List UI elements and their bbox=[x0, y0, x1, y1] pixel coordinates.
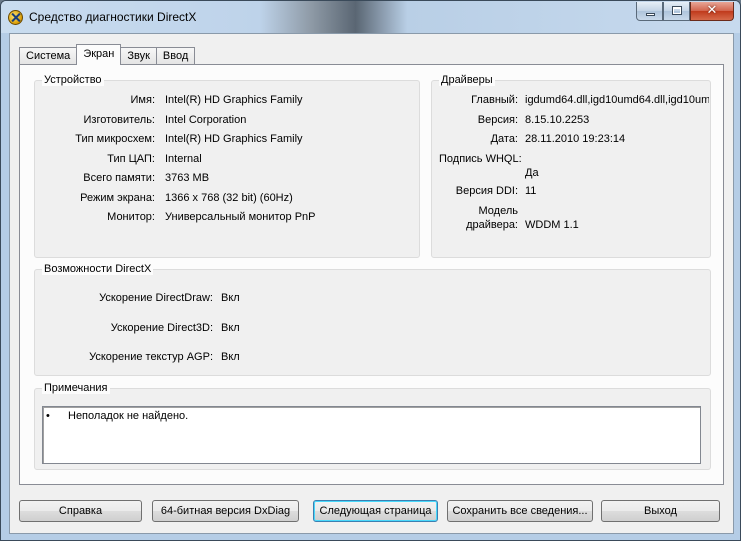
direct3d-accel-value: Вкл bbox=[221, 322, 240, 334]
tab-input[interactable]: Ввод bbox=[155, 47, 196, 65]
agp-texture-accel-label: Ускорение текстур AGP: bbox=[89, 351, 213, 363]
driver-date-value: 28.11.2010 19:23:14 bbox=[525, 133, 626, 145]
device-group: Устройство Имя: Intel(R) HD Graphics Fam… bbox=[34, 74, 420, 258]
drivers-group-title: Драйверы bbox=[439, 74, 495, 86]
list-item: • Неполадок не найдено. bbox=[46, 410, 188, 422]
dac-type-value: Internal bbox=[165, 153, 202, 165]
directdraw-accel-value: Вкл bbox=[221, 292, 240, 304]
dialog-client-area: Система Экран Звук Ввод Устройство Имя: … bbox=[9, 33, 734, 534]
device-name-value: Intel(R) HD Graphics Family bbox=[165, 94, 303, 106]
driver-model-label-line2: драйвера: bbox=[466, 219, 518, 231]
exit-button[interactable]: Выход bbox=[601, 500, 720, 522]
drivers-group: Драйверы Главный: igdumd64.dll,igd10umd6… bbox=[431, 74, 711, 258]
help-button[interactable]: Справка bbox=[19, 500, 142, 522]
display-mode-label: Режим экрана: bbox=[80, 192, 155, 204]
device-name-label: Имя: bbox=[130, 94, 155, 106]
ddi-version-label: Версия DDI: bbox=[455, 185, 518, 197]
note-text: Неполадок не найдено. bbox=[68, 410, 189, 422]
directx-features-title: Возможности DirectX bbox=[42, 263, 154, 275]
whql-label: Подпись WHQL: bbox=[439, 153, 522, 165]
driver-model-label-line1: Модель bbox=[478, 205, 518, 217]
maximize-icon bbox=[672, 6, 682, 15]
device-group-title: Устройство bbox=[42, 74, 104, 86]
driver-version-value: 8.15.10.2253 bbox=[525, 114, 590, 126]
total-memory-value: 3763 MB bbox=[165, 172, 210, 184]
agp-texture-accel-value: Вкл bbox=[221, 351, 240, 363]
monitor-value: Универсальный монитор PnP bbox=[165, 211, 316, 223]
tab-strip: Система Экран Звук Ввод bbox=[19, 44, 196, 65]
maximize-button[interactable] bbox=[663, 2, 690, 21]
next-page-button[interactable]: Следующая страница bbox=[313, 500, 438, 522]
button-bar: Справка 64-битная версия DxDiag Следующа… bbox=[19, 500, 724, 522]
notes-textbox[interactable]: • Неполадок не найдено. bbox=[42, 406, 701, 464]
directx-features-group: Возможности DirectX Ускорение DirectDraw… bbox=[34, 263, 711, 376]
dxdiag-64bit-button[interactable]: 64-битная версия DxDiag bbox=[152, 500, 299, 522]
notes-title: Примечания bbox=[42, 382, 110, 394]
close-button[interactable]: ✕ bbox=[690, 2, 734, 21]
ddi-version-value: 11 bbox=[525, 185, 537, 197]
tab-sound[interactable]: Звук bbox=[120, 47, 157, 65]
minimize-icon bbox=[646, 13, 655, 16]
driver-model-value: WDDM 1.1 bbox=[525, 219, 579, 231]
window-title: Средство диагностики DirectX bbox=[29, 10, 197, 24]
direct3d-accel-label: Ускорение Direct3D: bbox=[110, 322, 213, 334]
driver-date-label: Дата: bbox=[490, 133, 518, 145]
display-mode-value: 1366 x 768 (32 bit) (60Hz) bbox=[165, 192, 293, 204]
chip-type-label: Тип микросхем: bbox=[75, 133, 155, 145]
close-icon: ✕ bbox=[706, 3, 718, 18]
directx-icon bbox=[8, 10, 23, 25]
save-all-info-button[interactable]: Сохранить все сведения... bbox=[447, 500, 593, 522]
dxdiag-window: Средство диагностики DirectX ✕ Система Э… bbox=[0, 0, 741, 541]
bullet: • bbox=[46, 410, 50, 422]
whql-value: Да bbox=[525, 167, 539, 179]
manufacturer-value: Intel Corporation bbox=[165, 114, 247, 126]
monitor-label: Монитор: bbox=[107, 211, 155, 223]
total-memory-label: Всего памяти: bbox=[83, 172, 155, 184]
title-bar[interactable]: Средство диагностики DirectX ✕ bbox=[1, 1, 740, 33]
chip-type-value: Intel(R) HD Graphics Family bbox=[165, 133, 303, 145]
tab-display[interactable]: Экран bbox=[76, 44, 122, 65]
window-controls: ✕ bbox=[636, 2, 734, 22]
driver-main-label: Главный: bbox=[471, 94, 518, 106]
directdraw-accel-label: Ускорение DirectDraw: bbox=[99, 292, 213, 304]
driver-main-value: igdumd64.dll,igd10umd64.dll,igd10um bbox=[525, 94, 709, 106]
tab-system[interactable]: Система bbox=[19, 47, 78, 65]
minimize-button[interactable] bbox=[636, 2, 663, 21]
manufacturer-label: Изготовитель: bbox=[83, 114, 156, 126]
driver-version-label: Версия: bbox=[477, 114, 518, 126]
dac-type-label: Тип ЦАП: bbox=[107, 153, 155, 165]
